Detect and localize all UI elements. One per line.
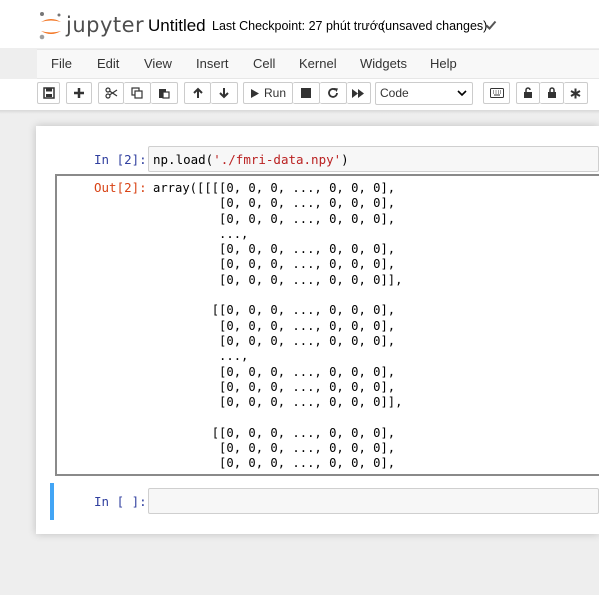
move-up-button[interactable] [184, 82, 211, 104]
cut-icon [104, 87, 117, 99]
copy-icon [131, 87, 143, 99]
arrow-up-icon [192, 87, 203, 98]
jupyter-logo-icon [39, 12, 61, 40]
save-status: (unsaved changes) [381, 19, 488, 33]
keyboard-icon [489, 88, 504, 98]
notebook-title[interactable]: Untitled [148, 16, 206, 36]
unlock-button[interactable] [516, 82, 540, 104]
asterisk-icon [570, 88, 581, 98]
check-icon [485, 20, 497, 30]
code-prefix: np.load( [153, 152, 214, 167]
header: jupyter Untitled Last Checkpoint: 27 phú… [0, 0, 599, 48]
menu-file[interactable]: File [51, 56, 72, 71]
toolbar-shadow [0, 110, 599, 114]
restart-button[interactable] [320, 82, 347, 104]
lock-icon [547, 87, 556, 98]
cell-type-value: Code [380, 86, 409, 100]
menu-widgets[interactable]: Widgets [360, 56, 407, 71]
cell1-out-prompt: Out[2]: [94, 180, 147, 195]
lock-button[interactable] [540, 82, 564, 104]
code-suffix: ) [341, 152, 349, 167]
move-down-button[interactable] [211, 82, 238, 104]
menu-help[interactable]: Help [430, 56, 457, 71]
unlock-icon [524, 87, 532, 98]
menu-cell[interactable]: Cell [253, 56, 275, 71]
code-string: './fmri-data.npy' [213, 152, 342, 167]
command-palette-button[interactable] [483, 82, 510, 104]
arrow-down-icon [219, 88, 229, 99]
copy-button[interactable] [124, 82, 151, 104]
cell2-in-prompt: In [ ]: [94, 494, 147, 509]
interrupt-button[interactable] [293, 82, 320, 104]
plus-icon [74, 88, 84, 98]
menubar: File Edit View Insert Cell Kernel Widget… [37, 49, 599, 79]
add-cell-button[interactable] [66, 82, 92, 104]
menu-insert[interactable]: Insert [196, 56, 229, 71]
save-button[interactable] [37, 82, 60, 104]
asterisk-button[interactable] [564, 82, 588, 104]
restart-icon [328, 88, 338, 98]
cut-button[interactable] [98, 82, 124, 104]
play-icon [250, 88, 259, 98]
checkpoint-status: Last Checkpoint: 27 phút trước [212, 19, 385, 33]
run-all-button[interactable] [347, 82, 371, 104]
paste-icon [159, 89, 170, 99]
stop-icon [301, 88, 311, 98]
menu-view[interactable]: View [144, 56, 172, 71]
run-label: Run [263, 86, 286, 100]
paste-button[interactable] [151, 82, 178, 104]
menu-edit[interactable]: Edit [97, 56, 119, 71]
cell1-in-prompt: In [2]: [94, 152, 147, 167]
fast-forward-icon [352, 88, 364, 98]
toolbar: Run Code [0, 79, 599, 111]
chevron-down-icon [457, 90, 467, 97]
cell2-code-input[interactable] [148, 488, 599, 514]
run-button[interactable]: Run [243, 82, 293, 104]
cell1-code-input[interactable]: np.load('./fmri-data.npy') [148, 146, 599, 172]
cell-type-select[interactable]: Code [375, 82, 473, 105]
cell1-output-text: array([[[[0, 0, 0, ..., 0, 0, 0], [0, 0,… [153, 181, 403, 471]
logo-text: jupyter [66, 13, 145, 37]
menu-kernel[interactable]: Kernel [299, 56, 337, 71]
save-icon [42, 87, 55, 99]
cell1-output-area[interactable]: array([[[[0, 0, 0, ..., 0, 0, 0], [0, 0,… [55, 174, 599, 476]
